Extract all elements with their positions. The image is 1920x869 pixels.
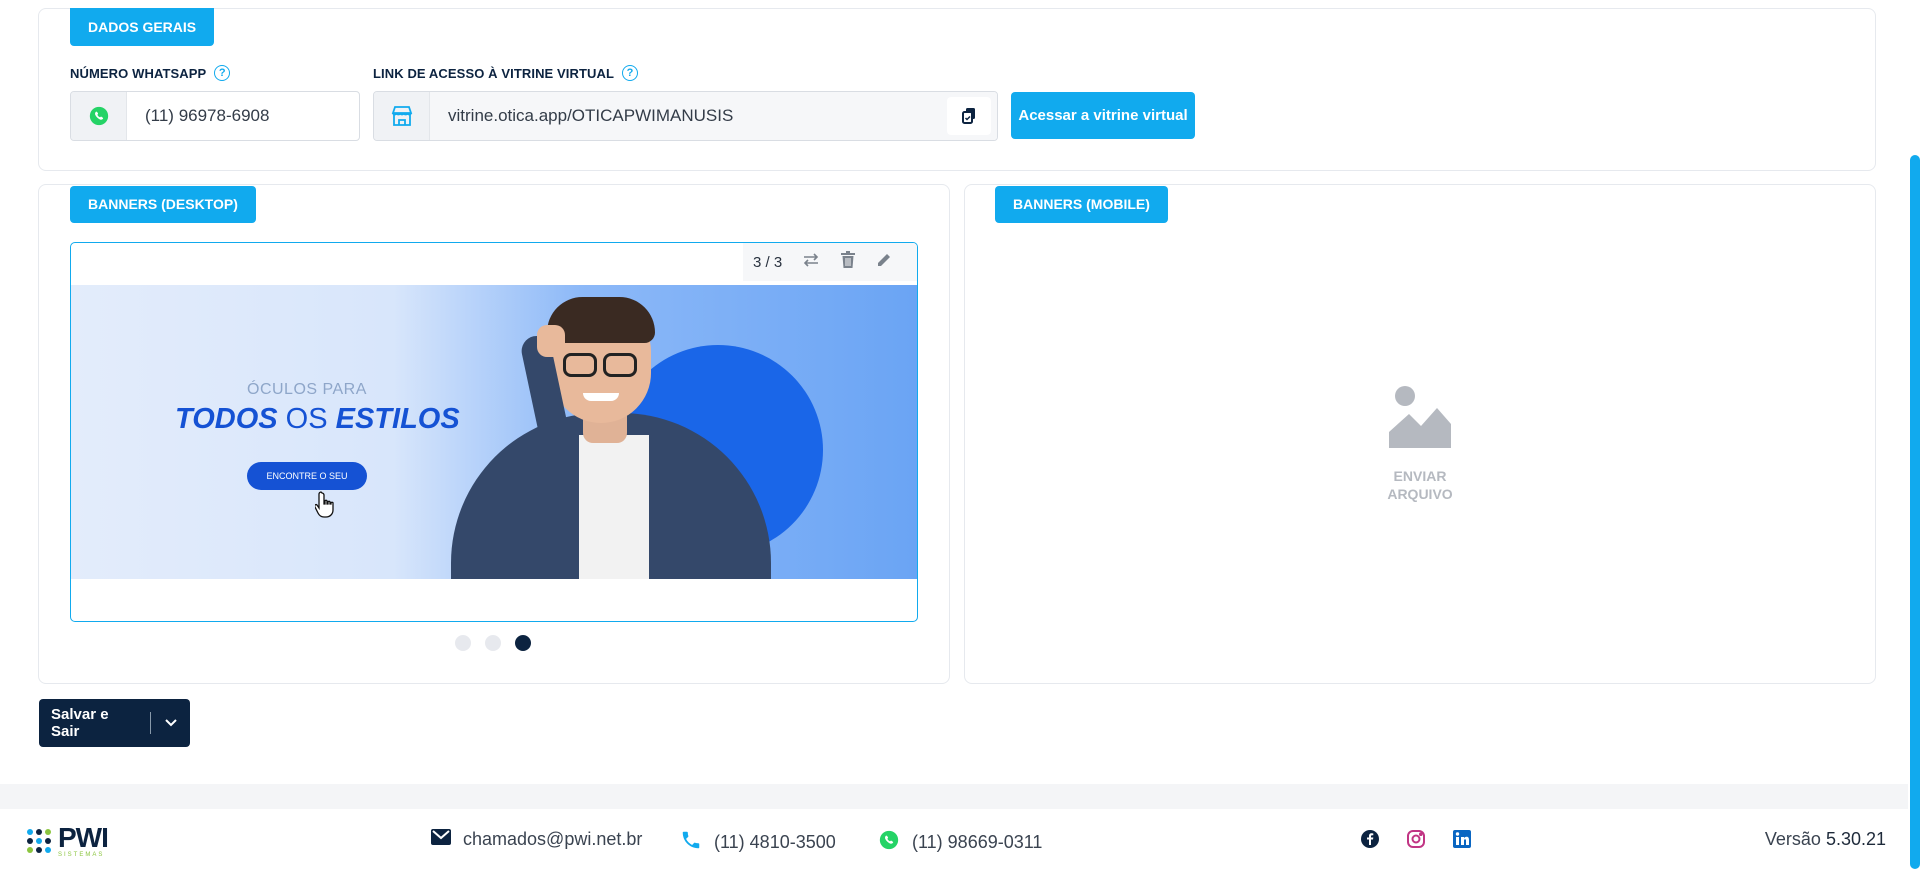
upload-line1: ENVIAR xyxy=(1393,468,1447,484)
upload-line2: ARQUIVO xyxy=(1387,486,1453,502)
access-vitrine-button[interactable]: Acessar a vitrine virtual xyxy=(1011,92,1195,139)
footer-email-text: chamados@pwi.net.br xyxy=(463,829,643,849)
footer-phone[interactable]: (11) 4810-3500 xyxy=(680,829,836,856)
footer-email[interactable]: chamados@pwi.net.br xyxy=(431,829,642,850)
whatsapp-label-text: NÚMERO WHATSAPP xyxy=(70,65,207,81)
pwi-logo-icon xyxy=(27,829,51,853)
link-input-group: vitrine.otica.app/OTICAPWIMANUSIS xyxy=(373,91,998,141)
footer-version: Versão 5.30.21 xyxy=(1765,829,1886,850)
banner-person xyxy=(451,285,771,579)
copy-icon[interactable] xyxy=(947,97,991,135)
link-label-text: LINK DE ACESSO À VITRINE VIRTUAL xyxy=(373,65,615,81)
swap-icon[interactable] xyxy=(802,253,820,271)
version-label: Versão xyxy=(1764,829,1821,849)
footer-whatsapp[interactable]: (11) 98669-0311 xyxy=(878,829,1042,856)
edit-icon[interactable] xyxy=(876,252,892,272)
store-icon xyxy=(374,92,430,140)
whatsapp-input[interactable]: (11) 96978-6908 xyxy=(127,92,359,140)
vertical-scrollbar[interactable] xyxy=(1908,0,1920,869)
footer-phone-text: (11) 4810-3500 xyxy=(714,832,836,852)
phone-icon xyxy=(680,829,702,856)
banner-cta: ENCONTRE O SEU xyxy=(247,462,367,490)
carousel-dots xyxy=(455,635,531,651)
banner-bold1: TODOS xyxy=(175,403,278,435)
version-number: 5.30.21 xyxy=(1825,829,1886,849)
pwi-logo: PWI SISTEMAS xyxy=(24,822,109,858)
link-label: LINK DE ACESSO À VITRINE VIRTUAL ? xyxy=(373,65,639,81)
link-input[interactable]: vitrine.otica.app/OTICAPWIMANUSIS xyxy=(430,92,941,140)
upload-area[interactable]: ENVIAR ARQUIVO xyxy=(1340,384,1500,503)
copy-wrap xyxy=(941,92,997,140)
banners-mobile-tag: BANNERS (MOBILE) xyxy=(995,186,1168,223)
pwi-logo-sub: SISTEMAS xyxy=(58,852,105,858)
pwi-logo-text: PWI xyxy=(58,822,109,853)
banner-counter: 3 / 3 xyxy=(753,253,783,271)
banners-desktop-tag: BANNERS (DESKTOP) xyxy=(70,186,256,223)
banner-image: ÓCULOS PARA TODOS OS ESTILOS ENCONTRE O … xyxy=(71,285,917,579)
save-label: Salvar e Sair xyxy=(51,706,109,740)
linkedin-icon[interactable] xyxy=(1452,829,1472,854)
dados-gerais-card: DADOS GERAIS NÚMERO WHATSAPP ? (11) 9697… xyxy=(38,8,1876,171)
whatsapp-icon xyxy=(878,829,900,856)
instagram-icon[interactable] xyxy=(1406,829,1426,854)
facebook-icon[interactable] xyxy=(1360,829,1380,854)
banner-text-line1: ÓCULOS PARA xyxy=(247,381,367,398)
whatsapp-label: NÚMERO WHATSAPP ? xyxy=(70,65,231,81)
dados-gerais-tag: DADOS GERAIS xyxy=(70,8,215,46)
footer-whatsapp-text: (11) 98669-0311 xyxy=(912,832,1043,852)
banner-bold2: ESTILOS xyxy=(335,403,460,435)
scrollbar-thumb[interactable] xyxy=(1910,155,1920,869)
image-placeholder-icon xyxy=(1340,384,1500,453)
save-and-exit-button[interactable]: Salvar e Sair xyxy=(39,699,190,747)
banner-carousel[interactable]: 3 / 3 ÓCULOS PARA TODOS OS ESTILOS ENCON… xyxy=(70,242,918,622)
trash-icon[interactable] xyxy=(840,251,856,273)
main-content: DADOS GERAIS NÚMERO WHATSAPP ? (11) 9697… xyxy=(0,0,1908,784)
help-icon[interactable]: ? xyxy=(214,65,231,81)
carousel-dot-1[interactable] xyxy=(455,635,471,651)
whatsapp-icon xyxy=(71,92,127,140)
carousel-dot-2[interactable] xyxy=(485,635,501,651)
whatsapp-input-group: (11) 96978-6908 xyxy=(70,91,360,141)
footer: PWI SISTEMAS chamados@pwi.net.br (11) 48… xyxy=(0,809,1908,869)
help-icon[interactable]: ? xyxy=(622,65,639,81)
carousel-dot-3[interactable] xyxy=(515,635,531,651)
social-links xyxy=(1360,829,1472,854)
banner-toolbar: 3 / 3 xyxy=(743,243,917,281)
banner-text-line2: TODOS OS ESTILOS xyxy=(175,403,460,436)
hand-cursor-icon xyxy=(314,491,337,524)
banner-mid: OS xyxy=(285,403,328,435)
mail-icon xyxy=(431,829,451,850)
upload-label: ENVIAR ARQUIVO xyxy=(1340,467,1500,503)
chevron-down-icon[interactable] xyxy=(151,718,190,728)
